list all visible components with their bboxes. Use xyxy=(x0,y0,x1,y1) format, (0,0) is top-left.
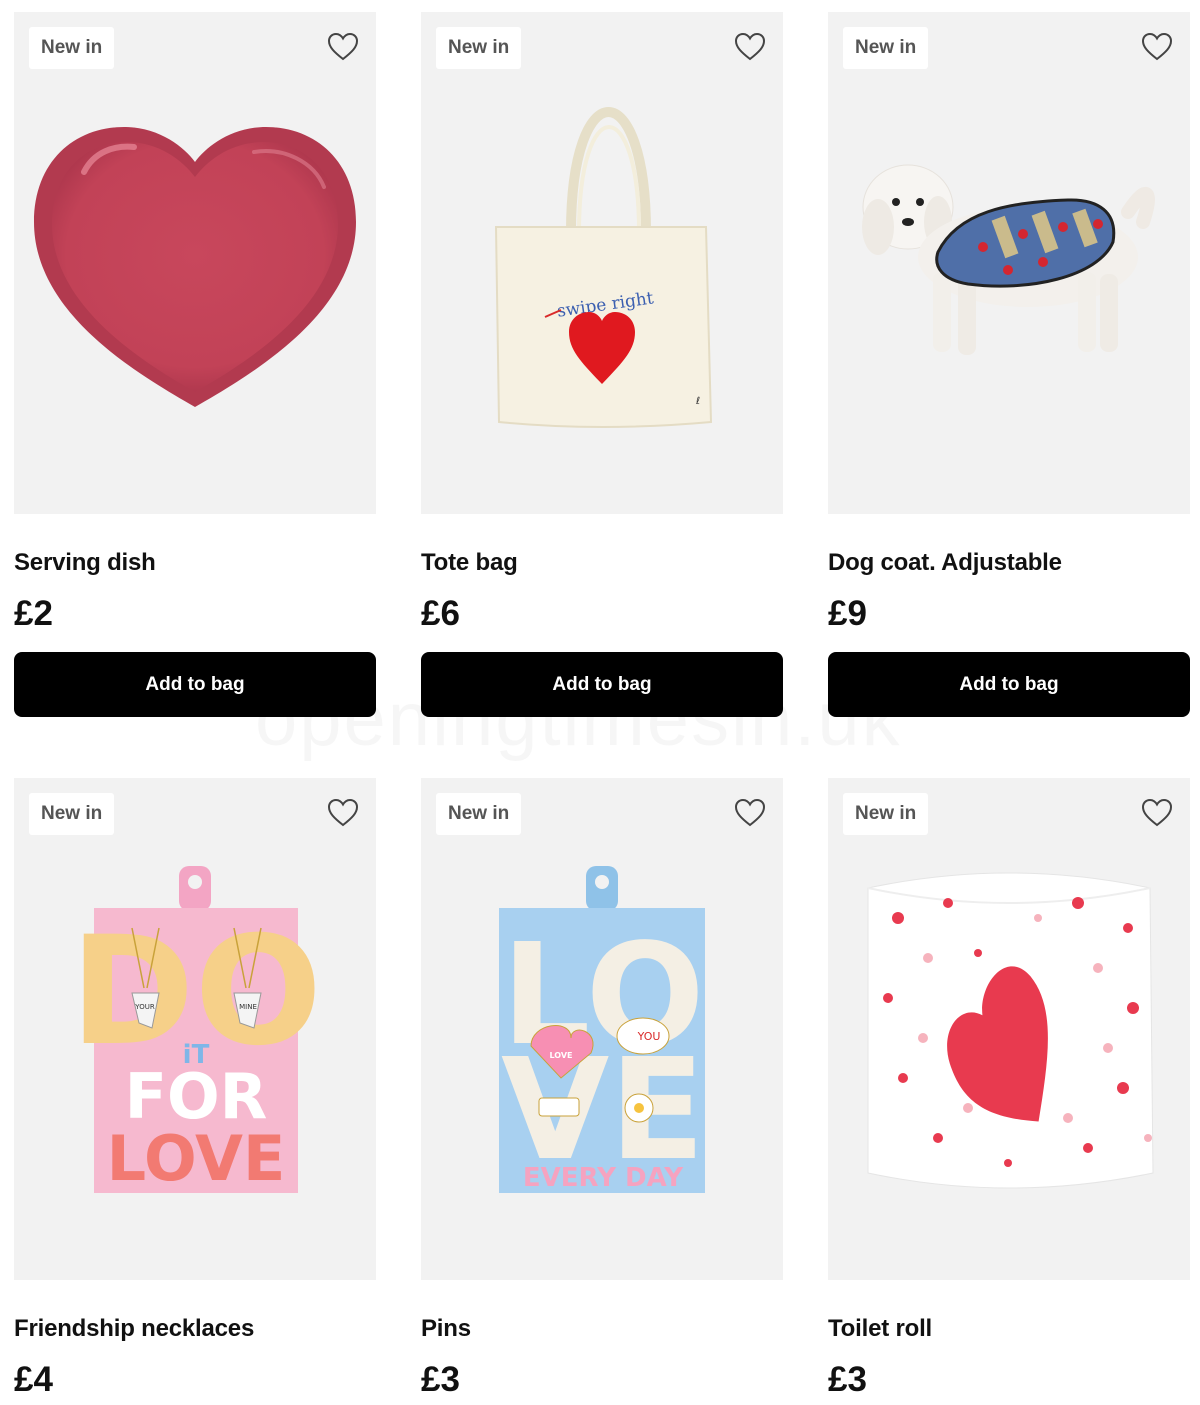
toilet-roll-image xyxy=(867,872,1154,1189)
heart-outline-icon[interactable] xyxy=(1140,30,1174,64)
product-name[interactable]: Pins xyxy=(421,1314,783,1344)
necklace-card-love-text: LOVE xyxy=(107,1122,286,1195)
heart-outline-icon[interactable] xyxy=(733,30,767,64)
product-name[interactable]: Toilet roll xyxy=(828,1314,1190,1344)
product-image[interactable]: New in xyxy=(828,778,1190,1280)
dog-coat-image xyxy=(862,164,1155,355)
product-name[interactable]: Serving dish xyxy=(14,548,376,578)
pins-card-footer: EVERY DAY xyxy=(523,1163,684,1193)
product-image[interactable]: LO VE EVERY DAY LOVE YOU New in xyxy=(421,778,783,1280)
product-name[interactable]: Friendship necklaces xyxy=(14,1314,376,1344)
product-card-friendship-necklaces[interactable]: DO iT FOR LOVE YOUR MINE New in Friendsh… xyxy=(14,778,376,1400)
product-price: £3 xyxy=(421,1360,460,1399)
product-name[interactable]: Tote bag xyxy=(421,548,783,578)
new-in-badge: New in xyxy=(29,793,115,835)
new-in-badge: New in xyxy=(843,793,929,835)
new-in-badge: New in xyxy=(29,27,115,69)
friendship-necklaces-image: DO iT FOR LOVE YOUR MINE xyxy=(70,866,322,1195)
product-image[interactable]: swipe right ℓ New in xyxy=(421,12,783,514)
product-price: £9 xyxy=(828,594,867,633)
heart-outline-icon[interactable] xyxy=(1140,796,1174,830)
product-price: £2 xyxy=(14,594,53,633)
necklace-right-tag: MINE xyxy=(239,1003,257,1011)
tote-label: ℓ xyxy=(696,396,700,407)
add-to-bag-button[interactable]: Add to bag xyxy=(14,652,376,717)
heart-outline-icon[interactable] xyxy=(733,796,767,830)
product-card-serving-dish[interactable]: New in Serving dish £2 Add to bag xyxy=(14,12,376,717)
product-card-dog-coat[interactable]: New in Dog coat. Adjustable £9 Add to ba… xyxy=(828,12,1190,717)
product-image[interactable]: DO iT FOR LOVE YOUR MINE New in xyxy=(14,778,376,1280)
product-card-toilet-roll[interactable]: New in Toilet roll £3 xyxy=(828,778,1190,1400)
product-grid: New in Serving dish £2 Add to bag swipe … xyxy=(14,12,1190,1400)
new-in-badge: New in xyxy=(436,793,522,835)
product-card-tote-bag[interactable]: swipe right ℓ New in Tote bag £6 Add to … xyxy=(421,12,783,717)
heart-outline-icon[interactable] xyxy=(326,796,360,830)
add-to-bag-button[interactable]: Add to bag xyxy=(828,652,1190,717)
pin-love-text: LOVE xyxy=(549,1051,572,1060)
product-price: £6 xyxy=(421,594,460,633)
product-name[interactable]: Dog coat. Adjustable xyxy=(828,548,1190,578)
heart-outline-icon[interactable] xyxy=(326,30,360,64)
product-image[interactable]: New in xyxy=(14,12,376,514)
product-price: £3 xyxy=(828,1360,867,1399)
pin-you-text: YOU xyxy=(637,1030,661,1043)
product-price: £4 xyxy=(14,1360,53,1399)
serving-dish-image xyxy=(34,127,356,407)
pins-image: LO VE EVERY DAY LOVE YOU xyxy=(499,866,705,1193)
product-card-pins[interactable]: LO VE EVERY DAY LOVE YOU New in Pins £3 xyxy=(421,778,783,1400)
new-in-badge: New in xyxy=(436,27,522,69)
add-to-bag-button[interactable]: Add to bag xyxy=(421,652,783,717)
tote-bag-image: swipe right ℓ xyxy=(494,107,713,428)
necklace-left-tag: YOUR xyxy=(134,1003,155,1011)
new-in-badge: New in xyxy=(843,27,929,69)
product-image[interactable]: New in xyxy=(828,12,1190,514)
